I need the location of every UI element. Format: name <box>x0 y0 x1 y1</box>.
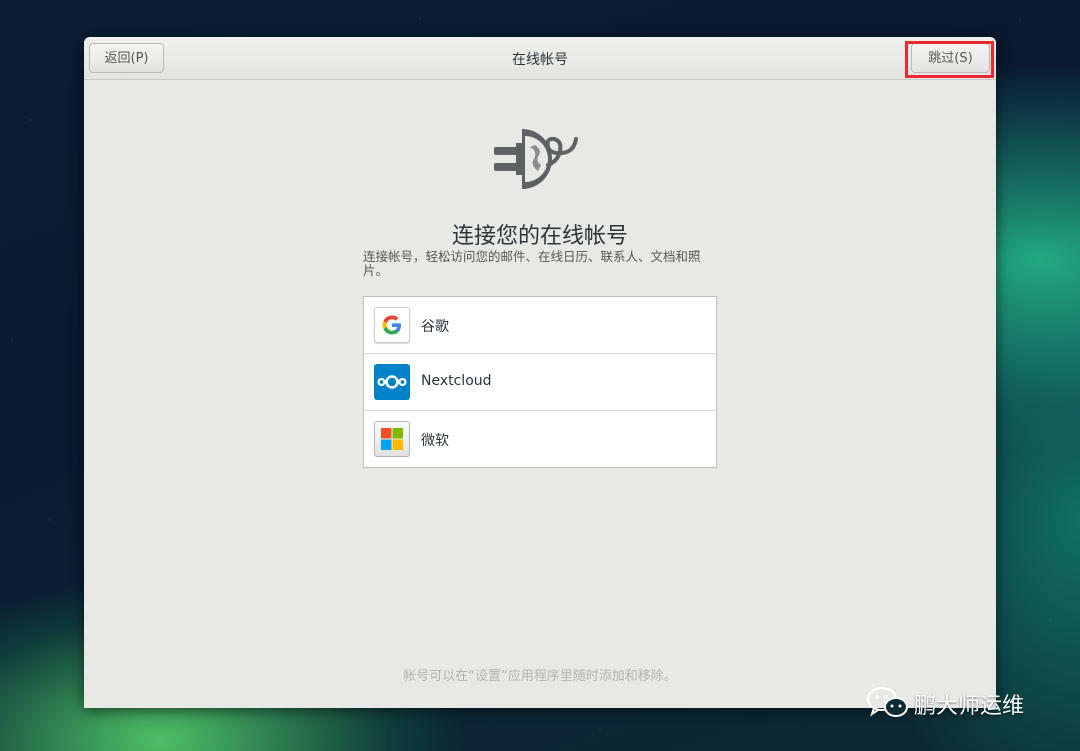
skip-button[interactable]: 跳过(S) <box>911 43 990 73</box>
provider-list: 谷歌 Nextcloud 微软 <box>363 296 717 468</box>
provider-nextcloud[interactable]: Nextcloud <box>364 354 716 411</box>
page-description: 连接帐号，轻松访问您的邮件、在线日历、联系人、文档和照片。 <box>363 249 701 278</box>
provider-label: 谷歌 <box>421 319 449 335</box>
provider-label: Nextcloud <box>421 373 492 389</box>
provider-label: 微软 <box>421 433 449 449</box>
provider-google[interactable]: 谷歌 <box>364 297 716 354</box>
nextcloud-icon <box>374 364 410 400</box>
watermark: 鹏大师运维 <box>866 685 1024 725</box>
watermark-text: 鹏大师运维 <box>914 694 1025 719</box>
header-bar: 返回(P) 在线帐号 跳过(S) <box>84 37 996 80</box>
online-accounts-dialog: 返回(P) 在线帐号 跳过(S) 连接您的在线帐号 连接帐号，轻松访问您的邮件、… <box>84 37 996 708</box>
microsoft-icon <box>374 421 410 457</box>
provider-microsoft[interactable]: 微软 <box>364 411 716 467</box>
page-heading: 连接您的在线帐号 <box>451 224 628 249</box>
footer-note: 帐号可以在“设置”应用程序里随时添加和移除。 <box>403 669 677 684</box>
online-accounts-icon <box>494 129 578 189</box>
window-title: 在线帐号 <box>512 52 568 68</box>
wechat-icon <box>867 687 908 717</box>
google-icon <box>374 307 410 343</box>
